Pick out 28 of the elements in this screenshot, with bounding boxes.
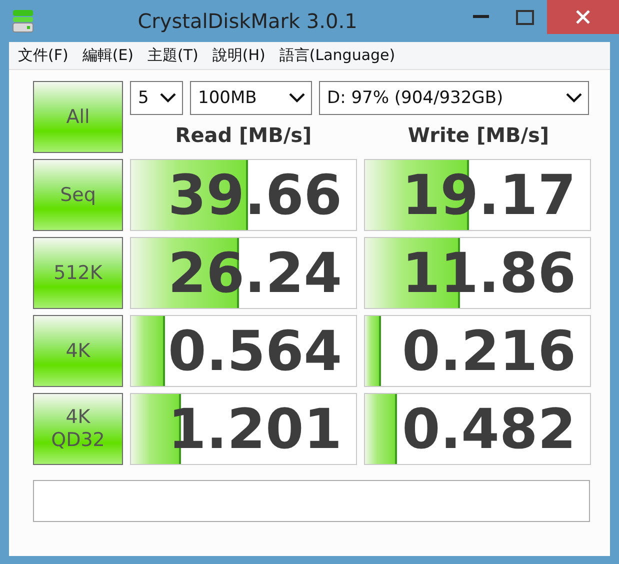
test-button[interactable]: 4K QD32 <box>33 393 123 465</box>
result-value: 0.216 <box>402 324 576 378</box>
test-button[interactable]: 512K <box>33 237 123 309</box>
disk-icon <box>10 8 36 34</box>
chevron-down-icon <box>566 93 582 103</box>
maximize-icon <box>516 10 534 24</box>
menu-item[interactable]: 語言(Language) <box>279 46 396 65</box>
chevron-down-icon <box>160 93 176 103</box>
test-button[interactable]: Seq <box>33 159 123 231</box>
close-icon <box>576 10 590 24</box>
comment-field[interactable] <box>33 480 590 522</box>
menu-item[interactable]: 說明(H) <box>212 46 266 65</box>
menu-item[interactable]: 主題(T) <box>148 46 198 65</box>
menu-item[interactable]: 文件(F) <box>18 46 68 65</box>
count-dropdown[interactable]: 5 <box>130 81 183 115</box>
test-button[interactable]: 4K <box>33 315 123 387</box>
drive-dropdown[interactable]: D: 97% (904/932GB) <box>319 81 589 115</box>
all-button[interactable]: All <box>33 81 123 153</box>
column-header: Write [MB/s] <box>406 122 550 147</box>
chevron-down-icon <box>289 93 305 103</box>
result-value: 0.482 <box>402 402 576 456</box>
column-header: Read [MB/s] <box>174 122 313 147</box>
close-button[interactable] <box>547 0 619 34</box>
result-value: 0.564 <box>168 324 342 378</box>
minimize-icon <box>473 15 489 19</box>
window-title: CrystalDiskMark 3.0.1 <box>136 9 358 33</box>
menu-item[interactable]: 編輯(E) <box>82 46 134 65</box>
size-dropdown[interactable]: 100MB <box>190 81 312 115</box>
